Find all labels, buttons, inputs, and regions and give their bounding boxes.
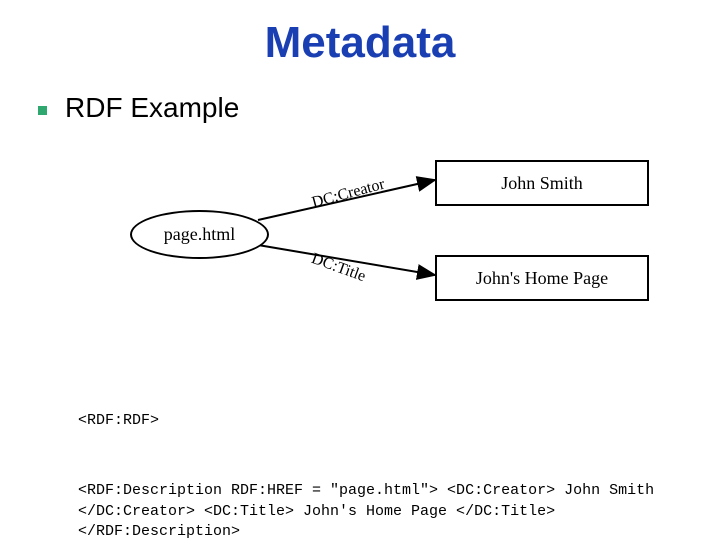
bullet-row: RDF Example xyxy=(38,92,239,124)
node-title-box: John's Home Page xyxy=(435,255,649,301)
node-subject-ellipse: page.html xyxy=(130,210,269,259)
bullet-text: RDF Example xyxy=(65,92,239,124)
rdf-diagram: page.html DC:Creator DC:Title John Smith… xyxy=(90,155,650,355)
slide-title: Metadata xyxy=(0,18,720,68)
node-creator-label: John Smith xyxy=(501,173,583,194)
slide: Metadata RDF Example page.html DC:Creato… xyxy=(0,0,720,540)
code-block: <RDF:RDF> <RDF:Description RDF:HREF = "p… xyxy=(78,370,658,540)
node-creator-box: John Smith xyxy=(435,160,649,206)
node-subject-label: page.html xyxy=(164,224,235,245)
code-body: <RDF:Description RDF:HREF = "page.html">… xyxy=(78,481,658,540)
code-open: <RDF:RDF> xyxy=(78,411,658,431)
bullet-square-icon xyxy=(38,106,47,115)
node-title-label: John's Home Page xyxy=(476,268,608,289)
